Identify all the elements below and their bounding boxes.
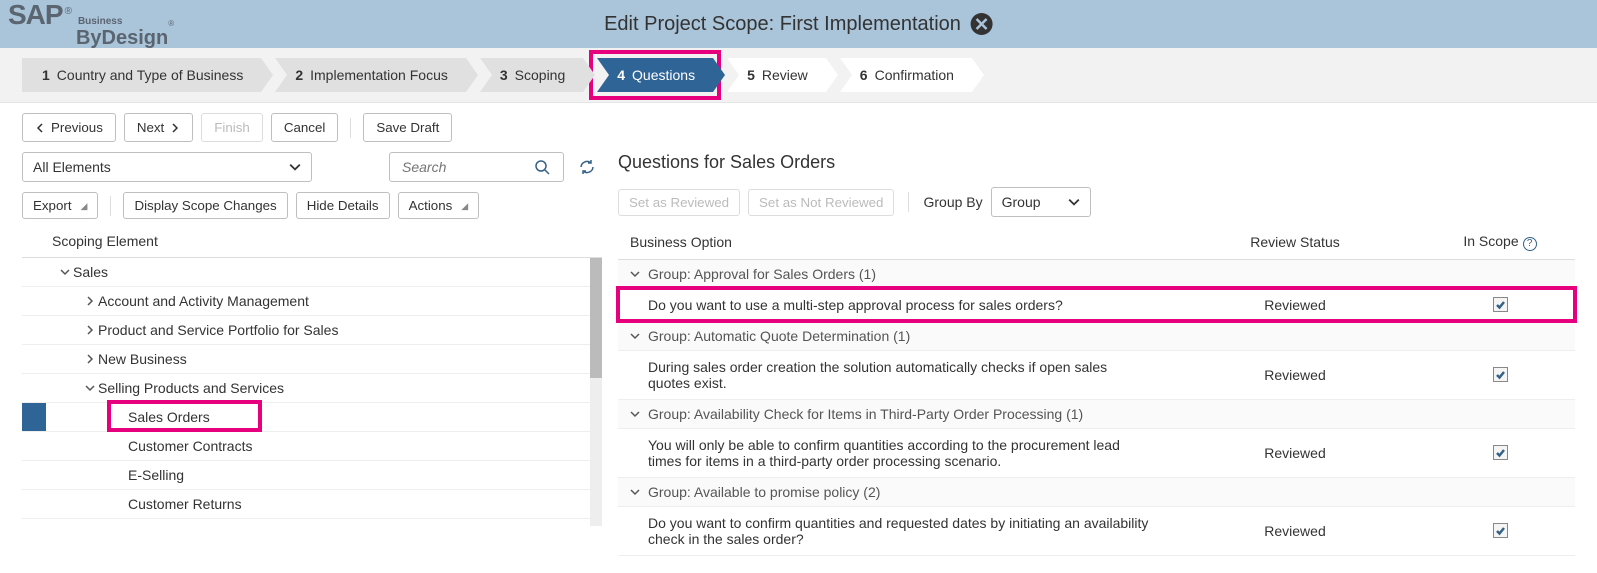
wizard-step-3[interactable]: 3Scoping xyxy=(480,58,583,92)
review-status: Reviewed xyxy=(1165,350,1425,399)
in-scope-checkbox[interactable] xyxy=(1493,523,1508,538)
col-review-status: Review Status xyxy=(1165,225,1425,259)
collapse-icon[interactable] xyxy=(630,331,640,344)
scoping-tree: Sales Account and Activity Management Pr… xyxy=(22,258,602,519)
question-text: During sales order creation the solution… xyxy=(618,350,1165,399)
right-pane: Questions for Sales Orders Set as Review… xyxy=(618,152,1575,556)
question-row-third-party-availability[interactable]: You will only be able to confirm quantit… xyxy=(618,428,1575,477)
wizard-step-2[interactable]: 2Implementation Focus xyxy=(275,58,466,92)
export-button[interactable]: Export◢ xyxy=(22,192,98,219)
questions-table: Business Option Review Status In Scope? … xyxy=(618,225,1575,556)
collapse-icon[interactable] xyxy=(630,409,640,422)
chevron-down-icon xyxy=(289,161,301,173)
col-business-option: Business Option xyxy=(618,225,1165,259)
search-input-wrap[interactable] xyxy=(389,152,564,182)
wizard-step-5[interactable]: 5Review xyxy=(727,58,826,92)
expand-icon[interactable] xyxy=(82,325,98,335)
wizard-step-1[interactable]: 1Country and Type of Business xyxy=(22,58,261,92)
in-scope-checkbox[interactable] xyxy=(1493,445,1508,460)
wizard-steps: 1Country and Type of Business 2Implement… xyxy=(22,58,1575,92)
search-icon[interactable] xyxy=(527,152,557,182)
tree-node-customer-returns[interactable]: Customer Returns xyxy=(22,490,590,519)
logo-text-business: Business xyxy=(78,16,174,27)
tree-node-new-business[interactable]: New Business xyxy=(22,345,590,374)
page-title-wrap: Edit Project Scope: First Implementation xyxy=(604,13,993,36)
collapse-icon[interactable] xyxy=(82,383,98,393)
page-title: Edit Project Scope: First Implementation xyxy=(604,13,961,36)
tree-column-header: Scoping Element xyxy=(22,225,602,258)
question-row-multi-step-approval[interactable]: Do you want to use a multi-step approval… xyxy=(618,288,1575,321)
collapse-icon[interactable] xyxy=(630,487,640,500)
separator xyxy=(110,196,111,216)
question-text: Do you want to confirm quantities and re… xyxy=(618,506,1165,555)
col-in-scope: In Scope? xyxy=(1425,225,1575,259)
sap-logo: SAP ® Business ByDesign ® xyxy=(8,0,174,50)
display-scope-changes-button[interactable]: Display Scope Changes xyxy=(123,192,287,219)
wizard-step-6[interactable]: 6Confirmation xyxy=(840,58,972,92)
question-row-auto-quote-check[interactable]: During sales order creation the solution… xyxy=(618,350,1575,399)
set-not-reviewed-button: Set as Not Reviewed xyxy=(748,189,894,216)
refresh-icon[interactable] xyxy=(572,152,602,182)
close-icon[interactable] xyxy=(971,13,993,35)
review-status: Reviewed xyxy=(1165,506,1425,555)
expand-icon[interactable] xyxy=(82,354,98,364)
hide-details-button[interactable]: Hide Details xyxy=(296,192,390,219)
tree-node-account-activity[interactable]: Account and Activity Management xyxy=(22,287,590,316)
scrollbar-thumb[interactable] xyxy=(590,258,602,378)
group-row-approval[interactable]: Group: Approval for Sales Orders (1) xyxy=(618,259,1575,288)
separator xyxy=(350,118,351,138)
question-row-atp-confirm[interactable]: Do you want to confirm quantities and re… xyxy=(618,506,1575,555)
chevron-down-icon xyxy=(1068,196,1080,208)
tree-node-selling-products[interactable]: Selling Products and Services xyxy=(22,374,590,403)
logo-text-bydesign: ByDesign xyxy=(76,27,168,50)
save-draft-button[interactable]: Save Draft xyxy=(363,113,452,142)
filter-row: All Elements xyxy=(22,152,602,182)
next-button[interactable]: Next xyxy=(124,113,193,142)
expand-icon[interactable] xyxy=(82,296,98,306)
logo-text-sap: SAP xyxy=(8,0,63,31)
set-reviewed-button: Set as Reviewed xyxy=(618,189,740,216)
tree-node-customer-contracts[interactable]: Customer Contracts xyxy=(22,432,590,461)
review-status: Reviewed xyxy=(1165,428,1425,477)
group-by-label: Group By xyxy=(923,194,982,210)
dropdown-indicator-icon: ◢ xyxy=(461,201,468,212)
top-banner: SAP ® Business ByDesign ® Edit Project S… xyxy=(0,0,1597,48)
left-toolbar: Export◢ Display Scope Changes Hide Detai… xyxy=(22,192,602,219)
left-pane: All Elements Export◢ Display Scope Chang… xyxy=(22,152,602,556)
collapse-icon[interactable] xyxy=(630,269,640,282)
trademark-mark: ® xyxy=(168,19,174,28)
tree-node-e-selling[interactable]: E-Selling xyxy=(22,461,590,490)
scrollbar[interactable] xyxy=(590,258,602,526)
registered-mark: ® xyxy=(65,6,72,17)
search-input[interactable] xyxy=(400,158,527,176)
tree-node-sales[interactable]: Sales xyxy=(22,258,590,287)
tree-node-sales-orders[interactable]: Sales Orders xyxy=(22,403,590,432)
group-row-auto-quote[interactable]: Group: Automatic Quote Determination (1) xyxy=(618,321,1575,350)
help-icon[interactable]: ? xyxy=(1523,237,1537,251)
group-row-availability-check[interactable]: Group: Availability Check for Items in T… xyxy=(618,399,1575,428)
previous-button[interactable]: Previous xyxy=(22,113,116,142)
action-bar: Previous Next Finish Cancel Save Draft xyxy=(0,103,1597,152)
tree-scroll-area: Sales Account and Activity Management Pr… xyxy=(22,258,602,526)
question-text: Do you want to use a multi-step approval… xyxy=(618,288,1165,321)
group-by-dropdown[interactable]: Group xyxy=(991,187,1091,217)
in-scope-checkbox[interactable] xyxy=(1493,297,1508,312)
content-area: All Elements Export◢ Display Scope Chang… xyxy=(0,152,1597,566)
dropdown-indicator-icon: ◢ xyxy=(81,201,88,212)
wizard-bar: 1Country and Type of Business 2Implement… xyxy=(0,48,1597,103)
separator xyxy=(908,192,909,212)
collapse-icon[interactable] xyxy=(57,267,73,277)
finish-button: Finish xyxy=(201,113,263,142)
wizard-step-4[interactable]: 4Questions xyxy=(597,58,713,92)
elements-filter-dropdown[interactable]: All Elements xyxy=(22,152,312,182)
review-status: Reviewed xyxy=(1165,288,1425,321)
actions-button[interactable]: Actions◢ xyxy=(398,192,480,219)
tree-node-product-portfolio[interactable]: Product and Service Portfolio for Sales xyxy=(22,316,590,345)
cancel-button[interactable]: Cancel xyxy=(271,113,339,142)
question-text: You will only be able to confirm quantit… xyxy=(618,428,1165,477)
in-scope-checkbox[interactable] xyxy=(1493,367,1508,382)
questions-panel-title: Questions for Sales Orders xyxy=(618,152,1575,173)
questions-toolbar: Set as Reviewed Set as Not Reviewed Grou… xyxy=(618,187,1575,217)
group-row-atp-policy[interactable]: Group: Available to promise policy (2) xyxy=(618,477,1575,506)
